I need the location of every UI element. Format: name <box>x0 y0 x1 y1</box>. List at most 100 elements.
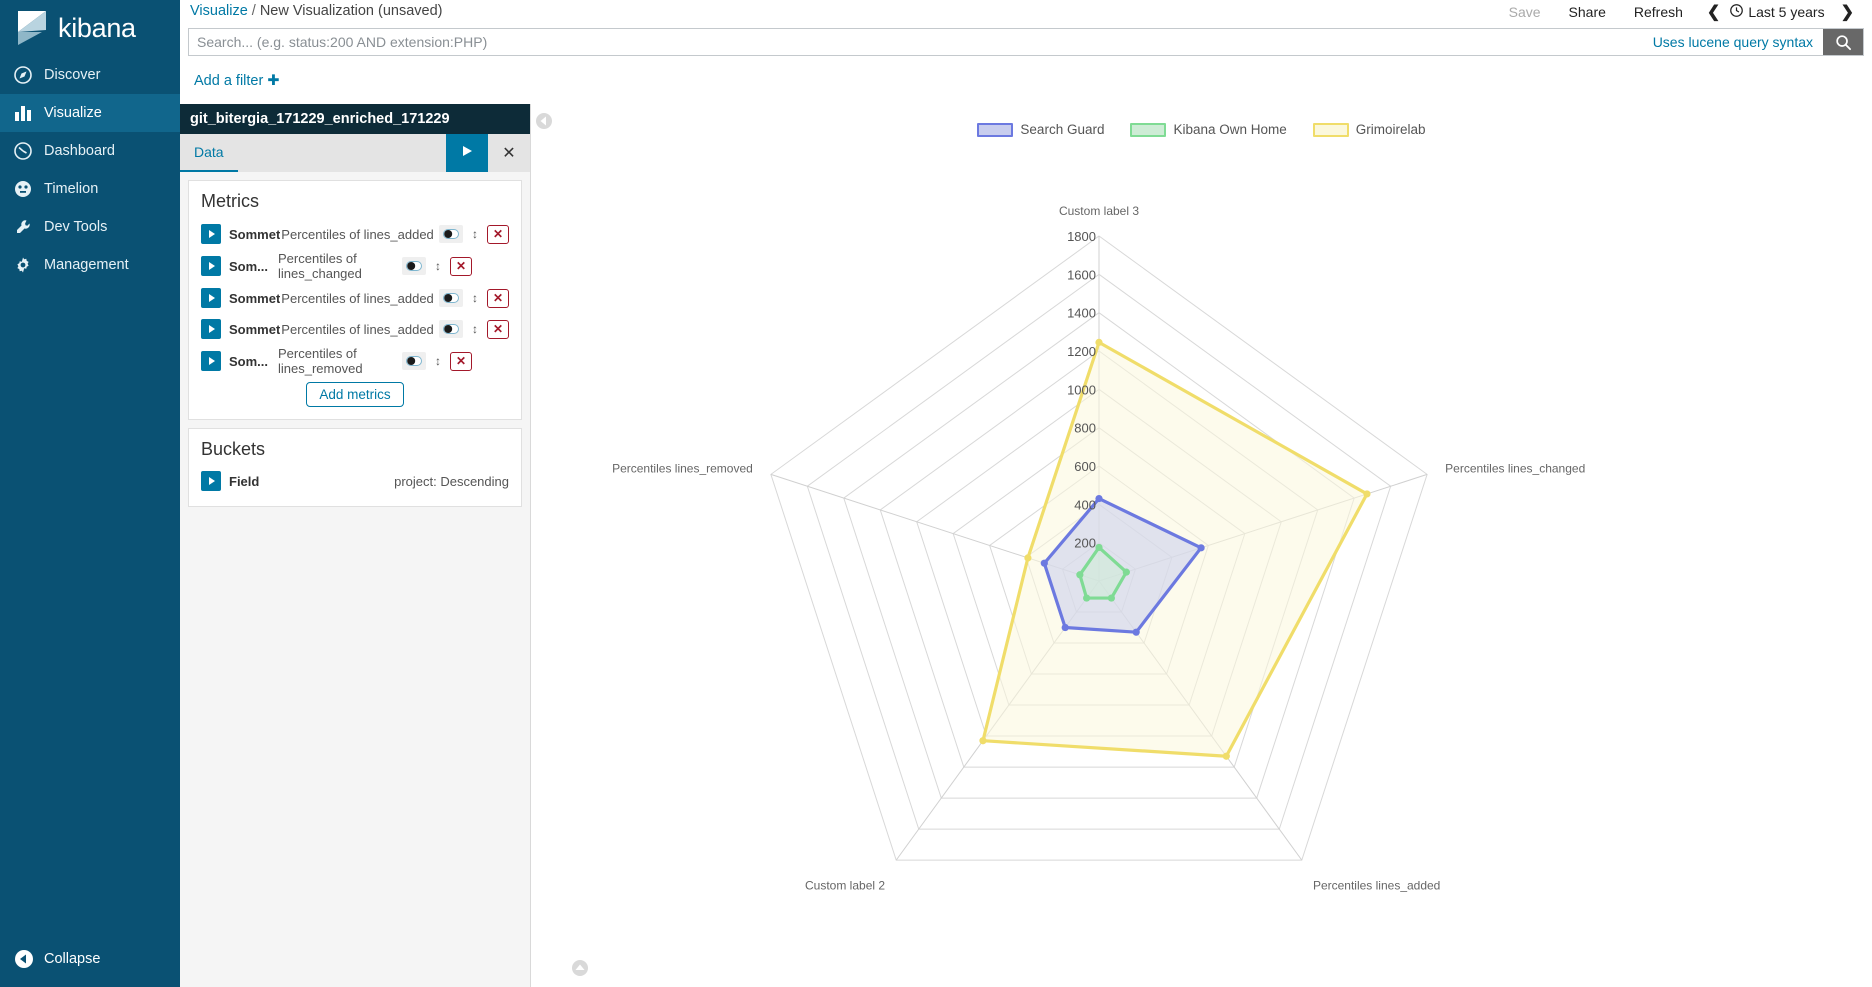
time-range-picker[interactable]: Last 5 years <box>1730 4 1830 20</box>
metric-description: Percentiles of lines_added <box>281 226 434 242</box>
collapse-left-icon <box>14 949 44 969</box>
series-point[interactable] <box>1076 571 1084 579</box>
series-point[interactable] <box>1095 338 1103 346</box>
drag-move-icon[interactable]: ↕ <box>468 320 482 338</box>
bar-chart-icon <box>14 104 44 122</box>
remove-x-icon[interactable]: ✕ <box>450 256 473 276</box>
series-point[interactable] <box>1197 544 1205 552</box>
breadcrumb-root-link[interactable]: Visualize <box>190 3 248 19</box>
left-sidebar: kibana Discover Visualize Dashboard Time… <box>0 0 180 987</box>
metric-row[interactable]: Sommet Percentiles of lines_added ↕ ✕ <box>201 284 509 312</box>
filter-bar: Add a filter ✚ <box>180 58 1872 104</box>
series-point[interactable] <box>1083 594 1091 602</box>
axis-tick-label: 1000 <box>1067 382 1096 397</box>
expand-caret-icon[interactable] <box>201 471 221 491</box>
visibility-toggle-icon[interactable] <box>402 352 427 370</box>
wrench-icon <box>14 218 44 236</box>
save-button[interactable]: Save <box>1495 2 1555 22</box>
series-point[interactable] <box>1040 559 1048 567</box>
sidebar-item-dev-tools[interactable]: Dev Tools <box>0 208 180 246</box>
apply-changes-button[interactable] <box>446 134 488 172</box>
series-point[interactable] <box>1122 568 1130 576</box>
sidebar-item-discover[interactable]: Discover <box>0 56 180 94</box>
remove-x-icon[interactable]: ✕ <box>487 319 509 339</box>
expand-caret-icon[interactable] <box>201 288 221 308</box>
metric-row[interactable]: Sommet Percentiles of lines_added ↕ ✕ <box>201 220 509 248</box>
editor-tab-row: Data ✕ <box>180 134 530 172</box>
refresh-button[interactable]: Refresh <box>1620 2 1697 22</box>
add-metrics-button[interactable]: Add metrics <box>306 382 404 407</box>
series-point[interactable] <box>1095 543 1103 552</box>
expand-caret-icon[interactable] <box>201 224 221 244</box>
axis-name-label: Percentiles lines_removed <box>612 462 753 476</box>
metric-row[interactable]: Som... Percentiles of lines_changed ↕ ✕ <box>201 251 509 281</box>
visibility-toggle-icon[interactable] <box>439 225 463 243</box>
visibility-toggle-icon[interactable] <box>402 257 427 275</box>
chevron-left-icon[interactable]: ❮ <box>1697 2 1730 22</box>
metrics-panel: Metrics Sommet Percentiles of lines_added… <box>188 180 522 420</box>
series-point[interactable] <box>1107 594 1115 602</box>
metric-row[interactable]: Sommet Percentiles of lines_added ↕ ✕ <box>201 315 509 343</box>
index-pattern-title: git_bitergia_171229_enriched_171229 <box>180 104 530 134</box>
axis-name-label: Percentiles lines_added <box>1313 878 1440 892</box>
kibana-logo-icon <box>12 8 52 48</box>
axis-tick-label: 800 <box>1074 421 1096 436</box>
bucket-name: Field <box>229 473 260 489</box>
add-filter-label: Add a filter <box>194 73 264 89</box>
sidebar-collapse-button[interactable]: Collapse <box>0 931 180 987</box>
metric-row[interactable]: Som... Percentiles of lines_removed ↕ ✕ <box>201 346 509 376</box>
expand-caret-icon[interactable] <box>201 351 221 371</box>
series-point[interactable] <box>1024 554 1032 562</box>
plus-icon: ✚ <box>267 73 280 89</box>
add-filter-button[interactable]: Add a filter ✚ <box>194 73 280 89</box>
buckets-panel: Buckets Field project: Descending <box>188 428 522 507</box>
drag-move-icon[interactable]: ↕ <box>468 289 482 307</box>
remove-x-icon[interactable]: ✕ <box>487 224 509 244</box>
add-metrics-row: Add metrics <box>201 382 509 407</box>
search-input[interactable] <box>189 29 1643 55</box>
top-actions: Save Share Refresh ❮ Last 5 years ❯ <box>1495 2 1864 22</box>
lucene-syntax-link[interactable]: Uses lucene query syntax <box>1643 29 1823 55</box>
share-button[interactable]: Share <box>1555 2 1620 22</box>
series-point[interactable] <box>979 737 987 745</box>
tab-data[interactable]: Data <box>180 134 238 172</box>
sidebar-item-timelion[interactable]: Timelion <box>0 170 180 208</box>
series-point[interactable] <box>1363 490 1371 498</box>
metric-description: Percentiles of lines_added <box>281 321 434 337</box>
metric-description: Percentiles of lines_added <box>281 290 434 306</box>
bucket-value: project: Descending <box>394 473 509 489</box>
drag-move-icon[interactable]: ↕ <box>468 225 482 243</box>
metric-controls: ↕ ✕ <box>439 319 509 339</box>
metrics-title: Metrics <box>201 191 259 211</box>
brand-logo[interactable]: kibana <box>0 0 180 56</box>
drag-move-icon[interactable]: ↕ <box>431 257 445 275</box>
series-point[interactable] <box>1132 628 1140 636</box>
axis-tick-label: 400 <box>1074 497 1096 512</box>
visibility-toggle-icon[interactable] <box>439 320 463 338</box>
metric-agg-type: Sommet <box>229 321 281 337</box>
sidebar-item-management[interactable]: Management <box>0 246 180 284</box>
discard-changes-button[interactable]: ✕ <box>488 134 530 172</box>
bucket-row[interactable]: Field project: Descending <box>201 468 509 494</box>
vis-editor-panel: git_bitergia_171229_enriched_171229 Data… <box>180 104 531 987</box>
metric-controls: ↕ ✕ <box>439 288 509 308</box>
drag-move-icon[interactable]: ↕ <box>431 352 445 370</box>
top-bar: Visualize / New Visualization (unsaved) Sa… <box>180 0 1872 26</box>
visibility-toggle-icon[interactable] <box>439 289 463 307</box>
remove-x-icon[interactable]: ✕ <box>450 351 473 371</box>
compass-icon <box>14 66 44 84</box>
expand-caret-icon[interactable] <box>201 319 221 339</box>
series-point[interactable] <box>1222 752 1230 760</box>
series-point[interactable] <box>1061 623 1069 632</box>
axis-tick-label: 600 <box>1074 459 1096 474</box>
sidebar-item-visualize[interactable]: Visualize <box>0 94 180 132</box>
sidebar-collapse-label: Collapse <box>44 951 101 967</box>
series-point[interactable] <box>1095 494 1103 503</box>
axis-name-label: Percentiles lines_changed <box>1445 462 1585 476</box>
gear-icon <box>14 256 44 274</box>
sidebar-item-dashboard[interactable]: Dashboard <box>0 132 180 170</box>
remove-x-icon[interactable]: ✕ <box>487 288 509 308</box>
search-icon[interactable] <box>1823 29 1863 55</box>
chevron-right-icon[interactable]: ❯ <box>1831 2 1864 22</box>
expand-caret-icon[interactable] <box>201 256 221 276</box>
